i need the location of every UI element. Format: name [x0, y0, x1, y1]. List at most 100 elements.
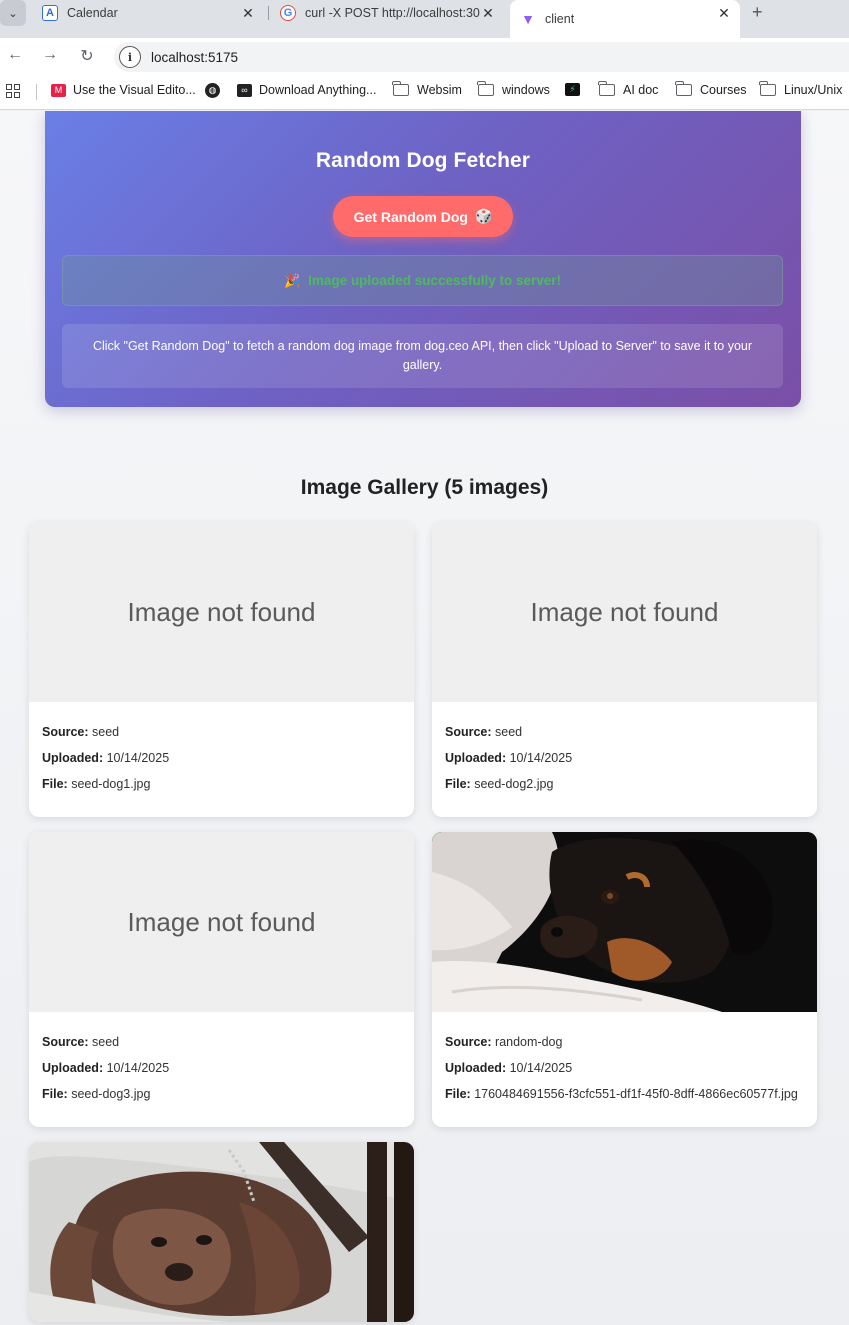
- gallery-card: Image not found Source: seed Uploaded: 1…: [29, 522, 414, 817]
- instructions-text: Click "Get Random Dog" to fetch a random…: [62, 324, 783, 388]
- bookmark-label: Websim: [417, 83, 462, 97]
- bookmark-visual-editor[interactable]: M Use the Visual Edito...: [51, 83, 196, 97]
- dog-photo: [432, 832, 817, 1012]
- bookmark-label: windows: [502, 83, 550, 97]
- tab-search-chevron-icon[interactable]: ⌄: [0, 0, 26, 26]
- bookmark-label: AI doc: [623, 83, 659, 97]
- tab-title: client: [545, 12, 575, 26]
- image-placeholder: Image not found: [29, 832, 414, 1012]
- uploaded-value: 10/14/2025: [509, 751, 573, 765]
- bookmark-folder-websim[interactable]: Websim: [392, 81, 462, 97]
- url-text[interactable]: localhost:5175: [151, 50, 238, 65]
- spaniel-photo-image: [29, 1142, 414, 1322]
- gallery-card: Source: random-dog Uploaded: 10/14/2025 …: [432, 832, 817, 1127]
- file-label: File:: [42, 1087, 68, 1101]
- file-value: seed-dog3.jpg: [71, 1087, 151, 1101]
- tab-title: curl -X POST http://localhost:30: [305, 6, 480, 20]
- back-arrow-icon[interactable]: ←: [5, 46, 25, 64]
- hero-panel: Random Dog Fetcher Get Random Dog 🎲 🎉 Im…: [45, 111, 801, 407]
- gallery-card: [29, 1142, 414, 1322]
- uploaded-value: 10/14/2025: [106, 1061, 170, 1075]
- source-value: random-dog: [495, 1035, 563, 1049]
- reload-icon[interactable]: ↻: [77, 46, 97, 66]
- source-value: seed: [92, 1035, 120, 1049]
- folder-icon: [598, 81, 615, 96]
- dog-photo: [29, 1142, 414, 1322]
- file-label: File:: [445, 1087, 471, 1101]
- bookmark-label: Linux/Unix: [784, 83, 843, 97]
- file-value: seed-dog1.jpg: [71, 777, 151, 791]
- get-random-dog-button[interactable]: Get Random Dog 🎲: [333, 196, 513, 237]
- folder-icon: [675, 81, 692, 96]
- uploaded-value: 10/14/2025: [509, 1061, 573, 1075]
- vite-favicon-icon: ▼: [521, 11, 535, 27]
- forward-arrow-icon[interactable]: →: [40, 46, 60, 64]
- folder-icon: [477, 81, 494, 96]
- bookmark-label: Use the Visual Edito...: [73, 83, 196, 97]
- dobermann-photo-image: [432, 832, 817, 1012]
- source-label: Source:: [445, 725, 492, 739]
- folder-icon: [392, 81, 409, 96]
- card-meta: Source: seed Uploaded: 10/14/2025 File: …: [432, 702, 817, 817]
- url-omnibox[interactable]: i localhost:5175: [114, 42, 849, 72]
- bookmark-download-anything[interactable]: ∞ Download Anything...: [237, 83, 376, 97]
- bookmark-app[interactable]: ⚡: [565, 83, 587, 96]
- bookmark-label: Courses: [700, 83, 747, 97]
- uploaded-label: Uploaded:: [42, 1061, 104, 1075]
- uploaded-label: Uploaded:: [445, 751, 507, 765]
- uploaded-label: Uploaded:: [445, 1061, 507, 1075]
- gallery-card: Image not found Source: seed Uploaded: 1…: [432, 522, 817, 817]
- page-title: Random Dog Fetcher: [315, 149, 531, 172]
- tab-curl[interactable]: G curl -X POST http://localhost:30 ✕: [270, 0, 504, 26]
- source-value: seed: [495, 725, 523, 739]
- image-placeholder: Image not found: [29, 522, 414, 702]
- bookmark-divider: [36, 84, 37, 100]
- dice-icon: 🎲: [474, 208, 493, 224]
- file-value: 1760484691556-f3cfc551-df1f-45f0-8dff-48…: [474, 1087, 798, 1101]
- success-message: 🎉 Image uploaded successfully to server!: [62, 255, 783, 306]
- success-text: Image uploaded successfully to server!: [308, 273, 562, 288]
- gallery-card: Image not found Source: seed Uploaded: 1…: [29, 832, 414, 1127]
- uploaded-label: Uploaded:: [42, 751, 104, 765]
- tab-calendar[interactable]: A Calendar ✕: [32, 0, 264, 26]
- bookmarks-bar: M Use the Visual Edito... ◍ ∞ Download A…: [0, 74, 849, 110]
- bookmark-folder-courses[interactable]: Courses: [675, 81, 747, 97]
- new-tab-icon[interactable]: +: [752, 2, 763, 23]
- calendar-favicon-icon: A: [42, 5, 58, 21]
- source-label: Source:: [445, 1035, 492, 1049]
- card-meta: Source: seed Uploaded: 10/14/2025 File: …: [29, 1012, 414, 1127]
- tab-divider: [268, 6, 269, 20]
- infinity-icon: ∞: [237, 83, 252, 97]
- bookmark-globe[interactable]: ◍: [205, 83, 227, 98]
- apps-grid-icon[interactable]: [6, 84, 20, 98]
- file-value: seed-dog2.jpg: [474, 777, 554, 791]
- tab-client[interactable]: ▼ client ✕: [510, 0, 740, 38]
- close-icon[interactable]: ✕: [480, 5, 496, 22]
- source-value: seed: [92, 725, 120, 739]
- gallery-title: Image Gallery (5 images): [300, 476, 549, 499]
- tab-strip: ⌄ A Calendar ✕ G curl -X POST http://loc…: [0, 0, 849, 38]
- file-label: File:: [42, 777, 68, 791]
- app-icon: ⚡: [565, 83, 580, 96]
- card-meta: Source: random-dog Uploaded: 10/14/2025 …: [432, 1012, 817, 1127]
- card-meta: Source: seed Uploaded: 10/14/2025 File: …: [29, 702, 414, 817]
- uploaded-value: 10/14/2025: [106, 751, 170, 765]
- tab-title: Calendar: [67, 6, 118, 20]
- party-popper-icon: 🎉: [283, 272, 301, 288]
- bookmark-folder-ai-doc[interactable]: AI doc: [598, 81, 659, 97]
- address-bar: ← → ↻ i localhost:5175: [0, 38, 849, 74]
- bookmark-folder-linux[interactable]: Linux/Unix: [759, 81, 843, 97]
- bookmark-folder-windows[interactable]: windows: [477, 81, 550, 97]
- google-favicon-icon: G: [280, 5, 296, 21]
- miro-icon: M: [51, 83, 66, 97]
- globe-icon: ◍: [205, 83, 220, 98]
- file-label: File:: [445, 777, 471, 791]
- folder-icon: [759, 81, 776, 96]
- close-icon[interactable]: ✕: [240, 5, 256, 22]
- image-placeholder: Image not found: [432, 522, 817, 702]
- page-viewport: Random Dog Fetcher Get Random Dog 🎲 🎉 Im…: [0, 111, 849, 1325]
- site-info-icon[interactable]: i: [119, 46, 141, 68]
- bookmark-label: Download Anything...: [259, 83, 377, 97]
- close-icon[interactable]: ✕: [716, 5, 732, 22]
- source-label: Source:: [42, 1035, 89, 1049]
